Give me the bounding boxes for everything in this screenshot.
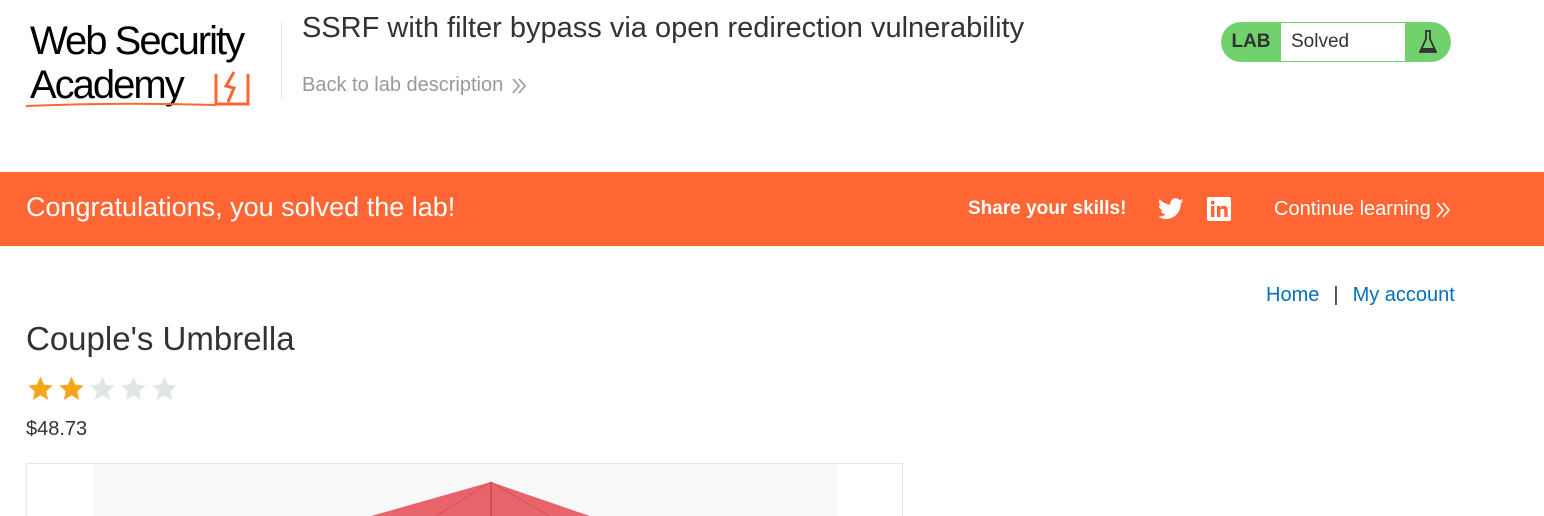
double-chevron-right-icon (512, 77, 527, 94)
logo-line1: Web Security (30, 19, 245, 63)
lab-badge-label: LAB (1231, 31, 1271, 52)
product-image (26, 463, 903, 516)
back-link-label: Back to lab description (302, 74, 504, 96)
nav-separator: | (1333, 284, 1339, 306)
continue-learning-link[interactable]: Continue learning (1274, 198, 1451, 221)
linkedin-icon[interactable] (1207, 197, 1231, 221)
lab-status-badge: LAB Solved (1221, 22, 1451, 62)
double-chevron-right-icon (1436, 201, 1450, 218)
lab-status-text: Solved (1281, 23, 1405, 61)
logo-underline (26, 102, 216, 107)
account-nav: Home | My account (1266, 284, 1455, 307)
twitter-icon[interactable] (1158, 197, 1184, 221)
lab-header: Web Security Academy SSRF with filter by… (0, 0, 1544, 172)
star-empty-icon (152, 376, 177, 400)
product-title: Couple's Umbrella (26, 320, 295, 357)
home-link[interactable]: Home (1266, 284, 1319, 307)
product-price: $48.73 (26, 418, 88, 440)
header-divider (281, 22, 282, 100)
flask-icon (1405, 22, 1451, 62)
share-skills-label: Share your skills! (968, 198, 1127, 219)
logo-bolt-icon (214, 71, 250, 106)
congratulations-message: Congratulations, you solved the lab! (26, 192, 456, 222)
lab-title: SSRF with filter bypass via open redirec… (302, 12, 1025, 44)
continue-learning-label: Continue learning (1274, 198, 1431, 220)
star-rating (26, 375, 179, 403)
web-security-academy-logo[interactable]: Web Security Academy (26, 18, 282, 114)
star-filled-icon (28, 376, 53, 400)
star-filled-icon (59, 376, 84, 400)
star-empty-icon (90, 376, 115, 400)
back-to-lab-description-link[interactable]: Back to lab description (302, 74, 527, 97)
umbrella-image (93, 464, 837, 516)
logo-line2: Academy (30, 63, 185, 107)
solved-banner: Congratulations, you solved the lab! Sha… (0, 172, 1544, 246)
star-empty-icon (121, 376, 146, 400)
my-account-link[interactable]: My account (1353, 284, 1455, 307)
